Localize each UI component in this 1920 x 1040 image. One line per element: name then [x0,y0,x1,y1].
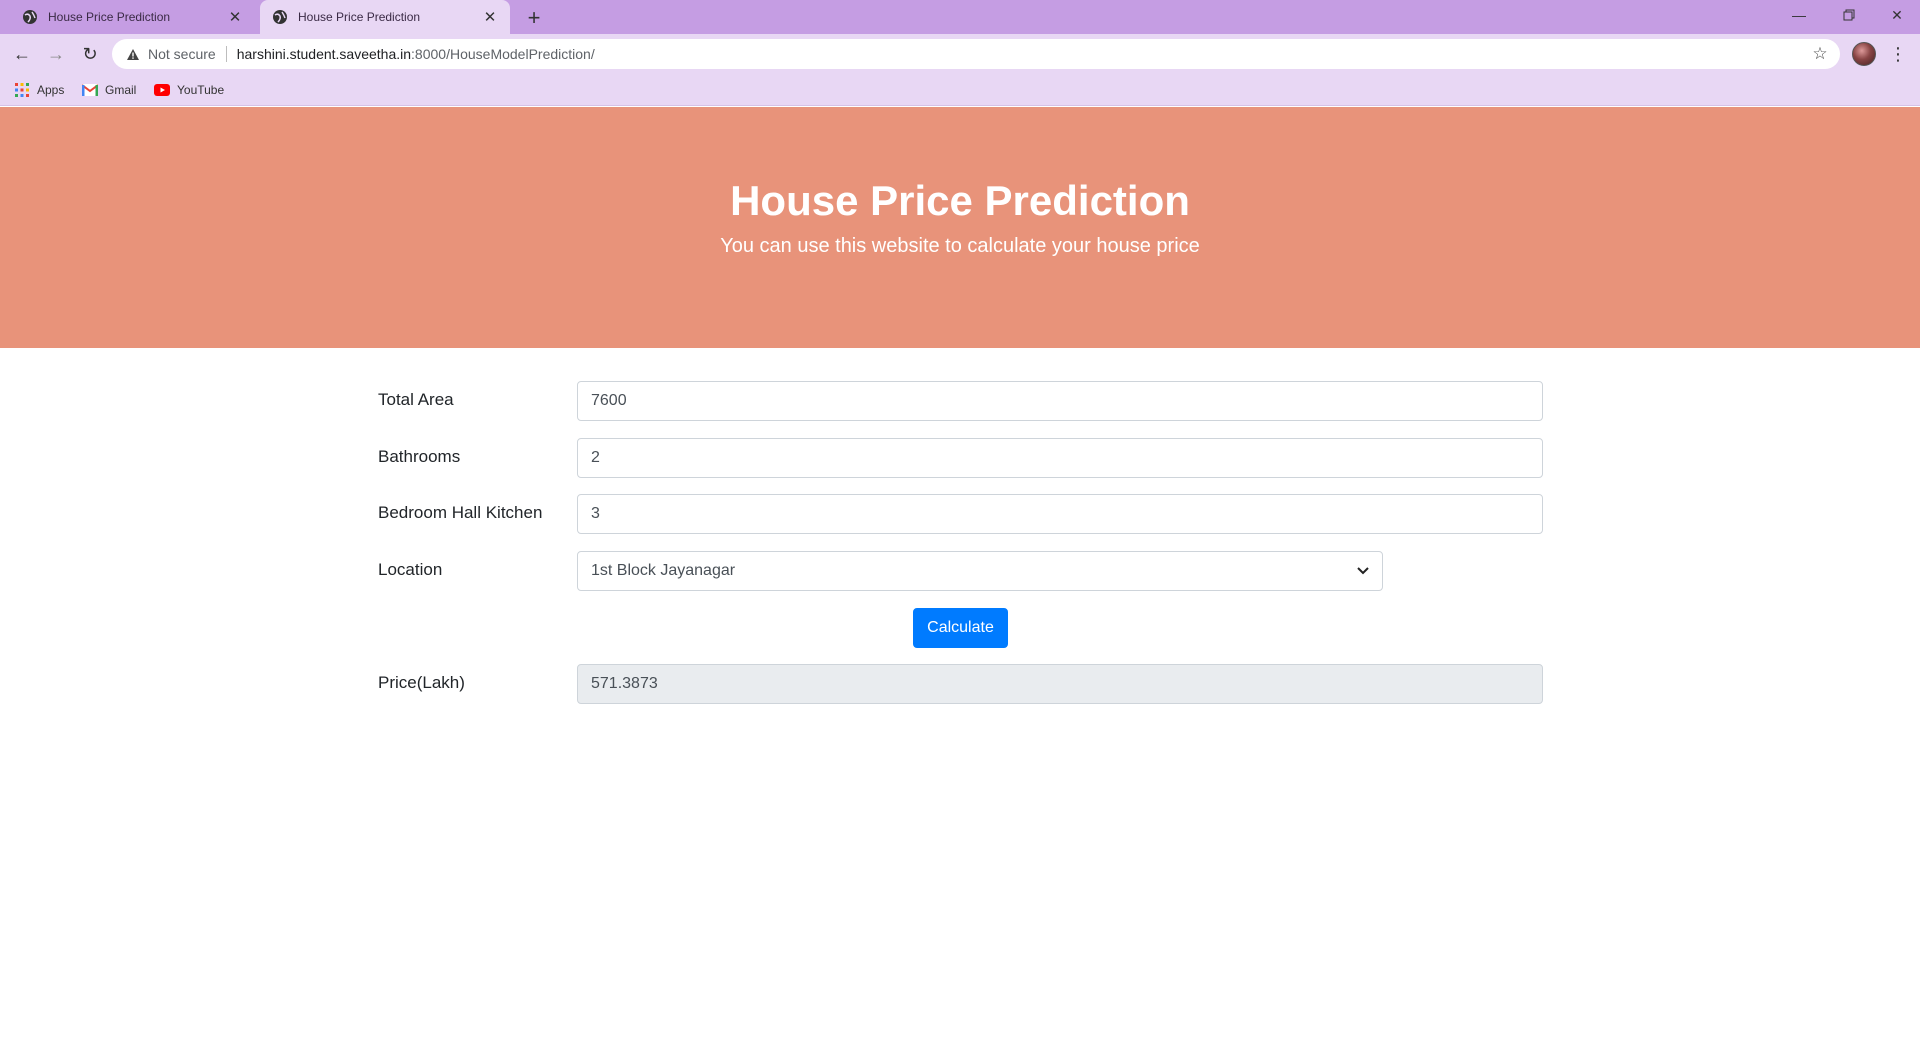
bathrooms-row: Bathrooms [378,438,1543,478]
bookmark-star-icon[interactable]: ☆ [1810,44,1830,64]
back-button[interactable]: ← [8,40,36,68]
bhk-label: Bedroom Hall Kitchen [378,503,543,522]
close-tab-icon[interactable]: ✕ [223,5,247,29]
arrow-left-icon: ← [13,43,31,64]
tab-house-price-prediction-1[interactable]: House Price Prediction ✕ [10,0,255,34]
globe-icon [272,9,288,25]
close-tab-icon[interactable]: ✕ [478,5,502,29]
minimize-icon: — [1792,7,1806,23]
url-host: harshini.student.saveetha.in [236,46,412,62]
address-bar[interactable]: Not secure harshini.student.saveetha.in … [112,39,1840,69]
bookmark-youtube[interactable]: YouTube [154,80,224,100]
security-status[interactable]: Not secure [148,46,216,62]
price-row: Price(Lakh) [378,664,1543,704]
bookmark-label: YouTube [177,83,225,97]
tab-title: House Price Prediction [48,10,171,24]
location-selected-value: 1st Block Jayanagar [591,562,736,579]
url-path: :8000/HouseModelPrediction/ [411,46,595,62]
restore-button[interactable] [1826,0,1872,30]
bhk-row: Bedroom Hall Kitchen [378,494,1543,534]
browser-window: House Price Prediction ✕ House Price Pre… [0,0,1920,1040]
bookmark-apps[interactable]: Apps [14,80,64,100]
chevron-down-icon [1357,564,1369,578]
restore-icon [1843,9,1855,21]
bookmark-gmail[interactable]: Gmail [82,80,136,100]
new-tab-button[interactable]: + [520,5,548,31]
price-label: Price(Lakh) [378,673,465,692]
reload-icon: ↻ [82,43,98,64]
warning-icon [124,48,142,61]
bathrooms-input[interactable] [577,438,1543,478]
address-divider [225,46,227,62]
browser-menu-button[interactable]: ⋮ [1884,40,1912,68]
arrow-right-icon: → [47,43,65,64]
bathrooms-label: Bathrooms [378,447,461,466]
tab-house-price-prediction-2[interactable]: House Price Prediction ✕ [260,0,510,34]
tab-title: House Price Prediction [298,10,421,24]
close-window-button[interactable]: ✕ [1874,0,1920,30]
tab-strip: House Price Prediction ✕ House Price Pre… [0,0,1920,34]
page-title: House Price Prediction [730,177,1190,224]
page-subtitle: You can use this website to calculate yo… [720,235,1200,257]
location-row: Location 1st Block Jayanagar [378,551,1543,591]
total-area-label: Total Area [378,390,454,409]
bhk-input[interactable] [577,494,1543,534]
bookmarks-bar: Apps Gmail YouTube [0,74,1920,106]
calculate-button[interactable]: Calculate [913,608,1008,648]
apps-grid-icon [14,82,30,98]
close-icon: ✕ [1891,6,1903,23]
hero-banner: House Price Prediction You can use this … [0,107,1920,348]
forward-button[interactable]: → [42,40,70,68]
minimize-button[interactable]: — [1776,0,1822,30]
gmail-icon [82,82,98,98]
browser-toolbar: ← → ↻ Not secure harshini.student.saveet… [0,34,1920,74]
more-vert-icon: ⋮ [1889,43,1907,64]
plus-icon: + [527,5,541,30]
price-output [577,664,1543,704]
profile-avatar[interactable] [1852,42,1876,66]
youtube-icon [154,82,170,98]
bookmark-label: Gmail [105,83,137,97]
bookmark-label: Apps [37,83,65,97]
location-select[interactable]: 1st Block Jayanagar [577,551,1383,591]
total-area-input[interactable] [577,381,1543,421]
globe-icon [22,9,38,25]
reload-button[interactable]: ↻ [76,40,104,68]
total-area-row: Total Area [378,381,1543,421]
location-label: Location [378,560,443,579]
